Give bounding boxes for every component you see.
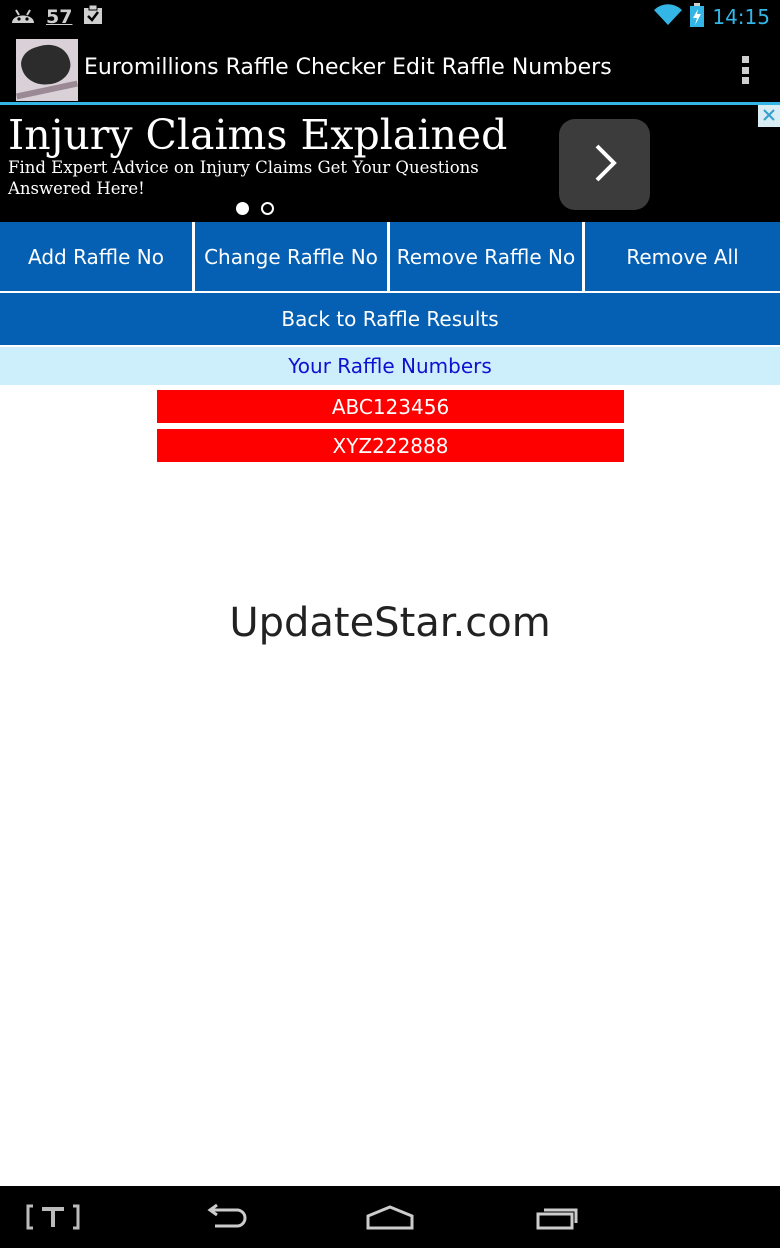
- clipboard-check-icon: [82, 4, 104, 30]
- back-to-results-button[interactable]: Back to Raffle Results: [0, 293, 780, 345]
- change-raffle-button[interactable]: Change Raffle No: [195, 222, 387, 291]
- wifi-icon: [654, 4, 683, 30]
- ad-cta-button[interactable]: [559, 119, 650, 210]
- ad-close-button[interactable]: [758, 105, 780, 127]
- ad-body[interactable]: Find Expert Advice on Injury Claims Get …: [8, 157, 528, 199]
- status-clock: 14:15: [712, 5, 770, 29]
- battery-charging-icon: [690, 3, 705, 31]
- remove-all-button[interactable]: Remove All: [585, 222, 780, 291]
- notification-count: 57: [46, 6, 73, 28]
- recent-apps-icon[interactable]: [527, 1186, 589, 1248]
- watermark-text: UpdateStar.com: [229, 600, 551, 646]
- raffle-toolbar: Add Raffle No Change Raffle No Remove Ra…: [0, 222, 780, 291]
- status-bar-right: 14:15: [654, 3, 770, 31]
- status-bar-left: 57: [10, 4, 104, 30]
- text-input-icon[interactable]: [20, 1186, 86, 1248]
- status-bar: 57 14:15: [0, 0, 780, 34]
- overflow-menu-icon[interactable]: [740, 56, 750, 84]
- navigation-bar: [0, 1186, 780, 1248]
- add-raffle-button[interactable]: Add Raffle No: [0, 222, 192, 291]
- remove-raffle-button[interactable]: Remove Raffle No: [390, 222, 582, 291]
- close-icon: [762, 107, 776, 126]
- app-title: Euromillions Raffle Checker Edit Raffle …: [84, 55, 612, 80]
- back-icon[interactable]: [192, 1186, 254, 1248]
- ad-headline[interactable]: Injury Claims Explained: [8, 111, 507, 159]
- ad-page-dot-1[interactable]: [236, 202, 249, 215]
- section-title: Your Raffle Numbers: [0, 347, 780, 385]
- chevron-right-icon: [590, 142, 620, 188]
- home-icon[interactable]: [359, 1186, 421, 1248]
- raffle-number-item[interactable]: ABC123456: [157, 390, 624, 423]
- app-logo-icon[interactable]: [16, 39, 78, 101]
- ad-banner[interactable]: Injury Claims Explained Find Expert Advi…: [0, 105, 780, 222]
- ad-page-dot-2[interactable]: [261, 202, 274, 215]
- android-icon: [10, 5, 36, 29]
- action-bar: Euromillions Raffle Checker Edit Raffle …: [0, 34, 780, 102]
- raffle-number-item[interactable]: XYZ222888: [157, 429, 624, 462]
- ad-page-indicator: [236, 202, 274, 215]
